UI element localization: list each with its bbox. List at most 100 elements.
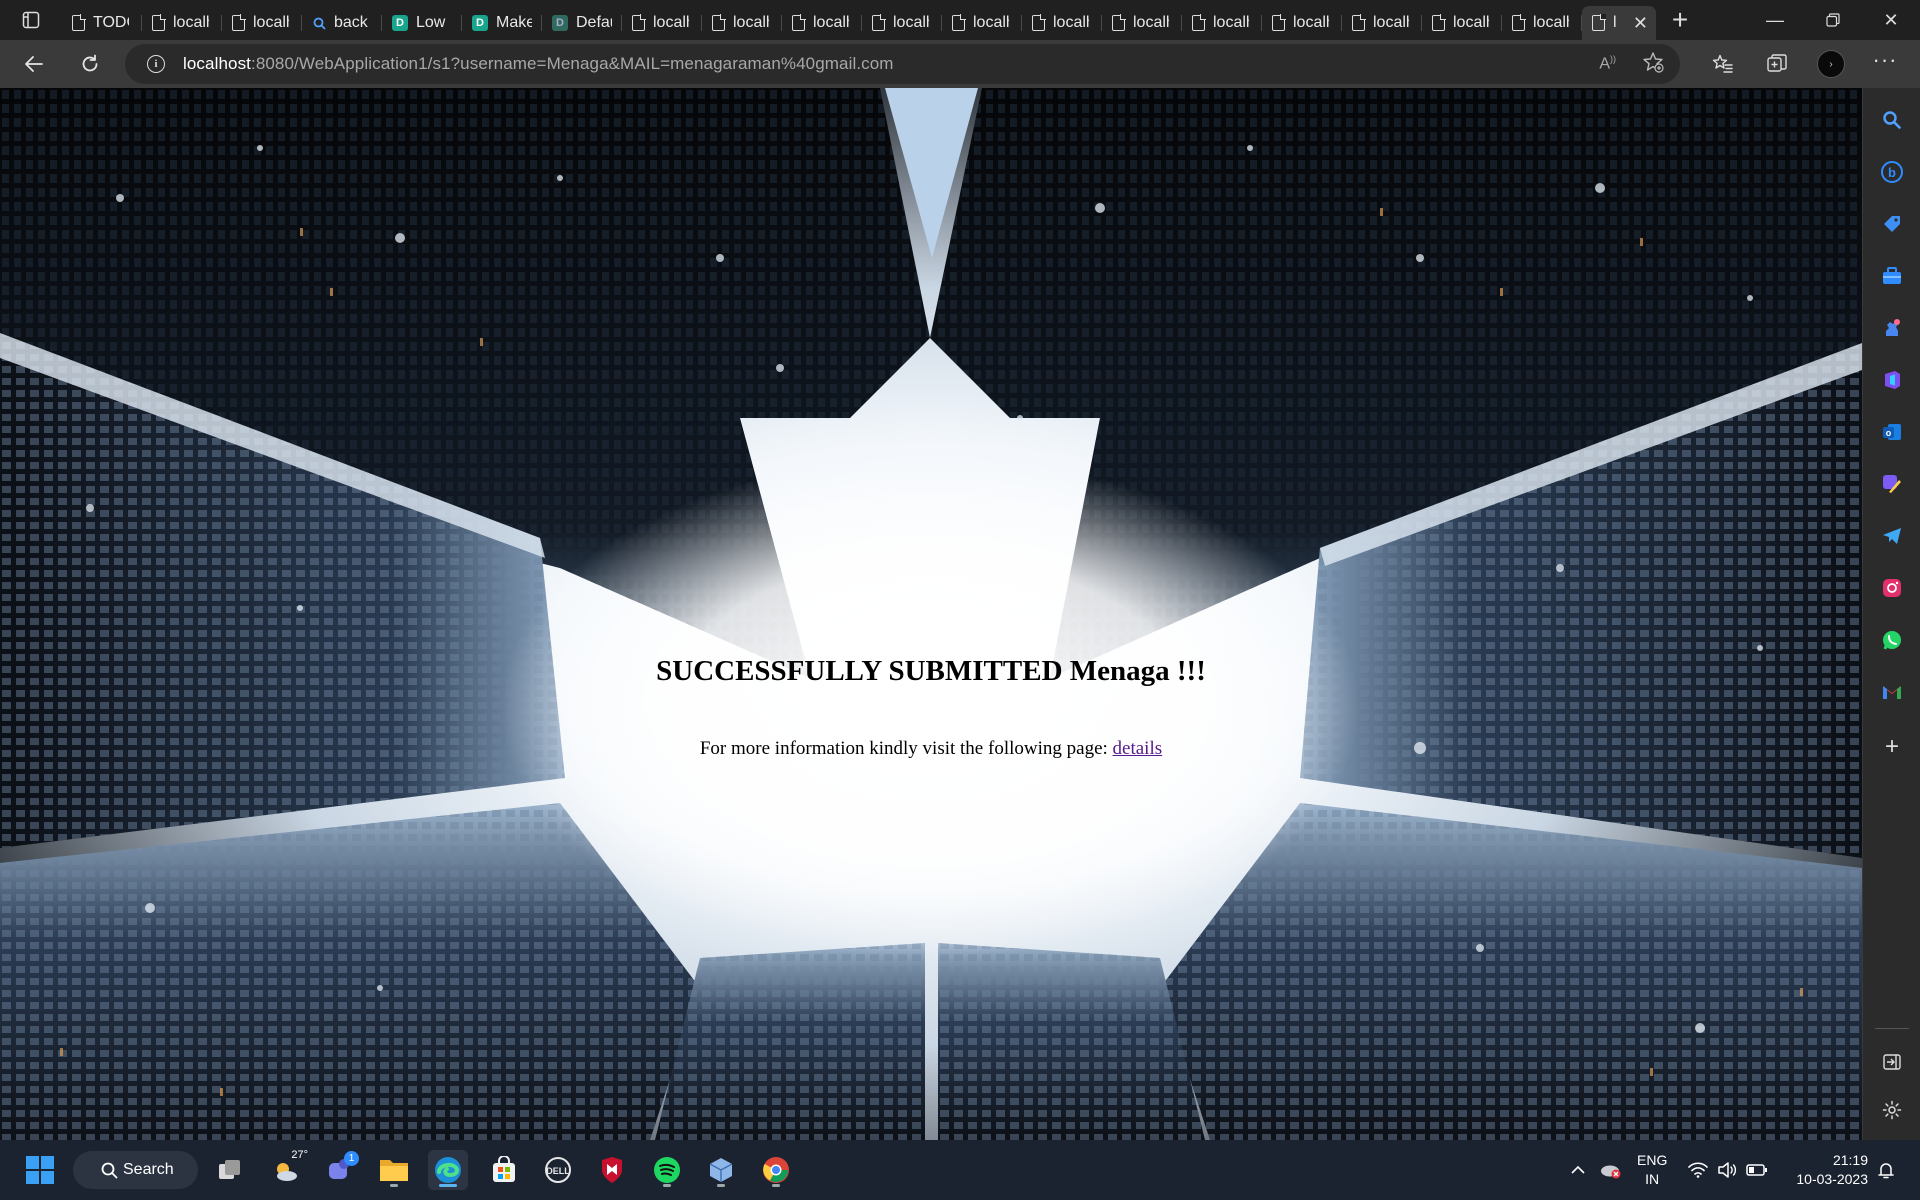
read-aloud-icon[interactable]: A)) <box>1599 54 1616 73</box>
system-clock[interactable]: 21:19 10-03-2023 <box>1796 1151 1868 1189</box>
svg-text:o: o <box>1886 428 1892 438</box>
browser-tab[interactable]: localhost <box>942 6 1022 40</box>
browser-tab[interactable]: localhost <box>222 6 302 40</box>
store-button[interactable] <box>484 1150 524 1190</box>
browser-tab[interactable]: D Low <box>382 6 462 40</box>
spotify-button[interactable] <box>647 1150 687 1190</box>
back-button[interactable] <box>12 44 56 84</box>
teams-chat-button[interactable]: 1 <box>320 1150 360 1190</box>
browser-tab[interactable]: TODO <box>62 6 142 40</box>
browser-tab[interactable]: back <box>302 6 382 40</box>
browser-tab[interactable]: localhost <box>622 6 702 40</box>
browser-tab[interactable]: localhost <box>862 6 942 40</box>
gmail-icon[interactable] <box>1878 678 1906 706</box>
browser-tab[interactable]: localhost <box>142 6 222 40</box>
add-icon[interactable]: + <box>1878 733 1906 761</box>
notification-bell-icon <box>1878 1163 1894 1179</box>
folder-icon <box>380 1160 408 1181</box>
notifications-button[interactable] <box>1876 1140 1896 1200</box>
browser-tab[interactable]: localhost <box>1102 6 1182 40</box>
mcafee-button[interactable] <box>592 1150 632 1190</box>
refresh-button[interactable] <box>68 44 112 84</box>
language-region: IN <box>1645 1171 1660 1187</box>
browser-tab[interactable]: localhost <box>702 6 782 40</box>
whatsapp-icon[interactable] <box>1878 626 1906 654</box>
browser-tab[interactable]: D Default <box>542 6 622 40</box>
start-button[interactable] <box>20 1150 60 1190</box>
settings-icon[interactable] <box>1878 1096 1906 1124</box>
mcafee-shield-icon <box>602 1157 622 1183</box>
browser-tab[interactable]: localhost <box>1422 6 1502 40</box>
doc-green-icon: D <box>392 15 408 31</box>
tab-strip: TODO localhost localhost back D Low D Make D Defa… <box>0 0 1920 40</box>
designer-icon[interactable] <box>1878 470 1906 498</box>
site-info-icon[interactable]: i <box>147 55 165 73</box>
browser-tab[interactable]: localhost <box>1182 6 1262 40</box>
running-indicator <box>439 1184 457 1187</box>
microsoft-store-icon <box>493 1156 515 1182</box>
tab-title: Default <box>576 14 612 31</box>
dell-app-button[interactable]: DELL <box>538 1150 578 1190</box>
document-icon <box>712 14 726 31</box>
close-window-button[interactable]: ✕ <box>1862 0 1920 40</box>
browser-tab[interactable]: localhost <box>782 6 862 40</box>
virtualbox-button[interactable] <box>701 1150 741 1190</box>
tab-actions-button[interactable] <box>0 0 62 40</box>
collections-button[interactable] <box>1750 44 1804 84</box>
add-favorite-icon[interactable] <box>1642 51 1664 78</box>
restore-button[interactable] <box>1804 0 1862 40</box>
tab-title: localhost <box>1133 14 1169 31</box>
new-tab-button[interactable]: + <box>1656 0 1704 40</box>
browser-tab[interactable]: localhost <box>1022 6 1102 40</box>
browser-tab[interactable]: localhost <box>1342 6 1422 40</box>
running-indicator <box>390 1184 398 1187</box>
wifi-icon[interactable] <box>1688 1140 1708 1200</box>
browser-tab[interactable]: D Make <box>462 6 542 40</box>
minimize-button[interactable]: — <box>1746 0 1804 40</box>
document-icon <box>872 14 886 31</box>
favorites-icon <box>1712 54 1733 73</box>
task-view-button[interactable] <box>210 1150 250 1190</box>
show-hidden-icons-button[interactable] <box>1570 1140 1586 1200</box>
settings-menu-button[interactable]: ··· <box>1858 44 1912 84</box>
taskbar-search[interactable]: Search <box>73 1151 198 1189</box>
chrome-button[interactable] <box>756 1150 796 1190</box>
edge-taskbar-button[interactable] <box>428 1150 468 1190</box>
browser-tab[interactable]: localhost <box>1502 6 1582 40</box>
tab-list: TODO localhost localhost back D Low D Make D Defa… <box>62 0 1656 40</box>
url-text[interactable]: localhost:8080/WebApplication1/s1?userna… <box>183 54 894 74</box>
hide-sidebar-icon[interactable] <box>1878 1048 1906 1076</box>
address-bar[interactable]: i localhost:8080/WebApplication1/s1?user… <box>125 44 1680 84</box>
search-icon <box>101 1162 118 1179</box>
dell-logo-icon: DELL <box>545 1157 571 1183</box>
svg-text:b: b <box>1888 165 1896 180</box>
onedrive-error-icon <box>1601 1165 1621 1179</box>
document-icon <box>1192 14 1206 31</box>
close-tab-icon[interactable]: ✕ <box>1633 13 1648 34</box>
shopping-tag-icon[interactable] <box>1878 210 1906 238</box>
games-icon[interactable] <box>1878 314 1906 342</box>
volume-icon[interactable] <box>1717 1140 1737 1200</box>
back-arrow-icon <box>25 56 43 72</box>
favorites-button[interactable] <box>1696 44 1750 84</box>
search-icon[interactable] <box>1878 106 1906 134</box>
instagram-icon[interactable] <box>1878 574 1906 602</box>
document-icon <box>72 14 86 31</box>
battery-icon[interactable] <box>1746 1140 1768 1200</box>
weather-temperature: 27° <box>291 1149 308 1161</box>
browser-tab[interactable]: localhost <box>1262 6 1342 40</box>
profile-avatar[interactable]: › <box>1817 50 1845 78</box>
weather-widget[interactable]: 27° <box>266 1149 308 1190</box>
onedrive-tray-button[interactable] <box>1600 1140 1622 1200</box>
tools-icon[interactable] <box>1878 262 1906 290</box>
active-browser-tab[interactable]: l ✕ <box>1582 6 1656 40</box>
bing-chat-icon[interactable]: b <box>1878 158 1906 186</box>
telegram-icon[interactable] <box>1878 522 1906 550</box>
details-link[interactable]: details <box>1113 738 1163 759</box>
office-icon[interactable] <box>1878 366 1906 394</box>
file-explorer-button[interactable] <box>374 1150 414 1190</box>
document-icon <box>152 14 166 31</box>
outlook-icon[interactable]: o <box>1878 418 1906 446</box>
refresh-icon <box>82 54 98 72</box>
language-indicator[interactable]: ENG IN <box>1637 1151 1667 1189</box>
